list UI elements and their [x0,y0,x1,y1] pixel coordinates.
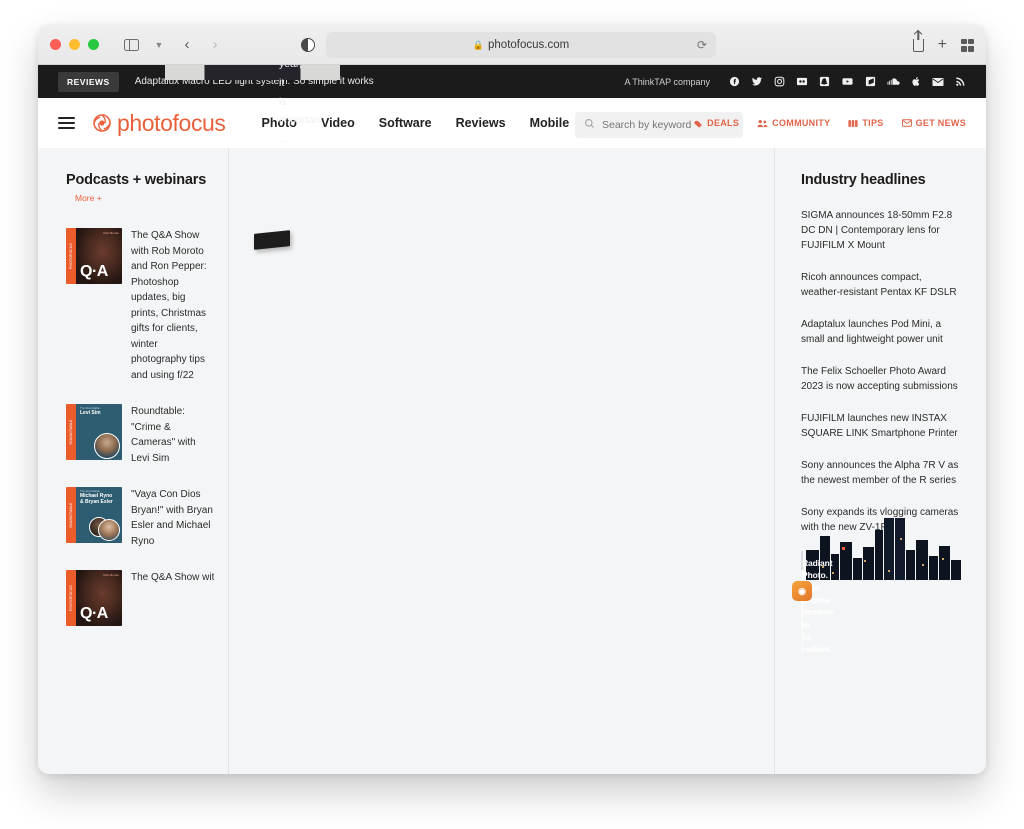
utility-tips[interactable]: TIPS [848,118,883,128]
podcast-list: PHOTOFOCUS Rob MorotoQ·A The Q&A Show wi… [66,228,214,626]
share-icon[interactable] [913,39,924,52]
list-item[interactable]: ROUNDTABLE The Roundtable Michael Ryno& … [66,487,214,549]
nav-item-mobile[interactable]: Mobile [530,116,570,130]
plus-icon[interactable]: + [938,37,947,53]
soundcloud-icon[interactable] [887,77,900,86]
people-icon [757,119,768,128]
site-main-nav: photofocus Photo Video Software Reviews … [38,98,986,148]
toolbar-left-controls: ▼ ‹ › [119,34,227,56]
snapchat-icon[interactable] [819,76,830,87]
utility-community[interactable]: COMMUNITY [757,118,830,128]
podcasts-more-link[interactable]: More + [75,193,102,203]
chevron-down-icon[interactable]: ▼ [147,34,171,56]
company-label: A ThinkTAP company [624,77,710,87]
headlines-title: Industry headlines [801,172,962,188]
ryno-esler-thumbnail: ROUNDTABLE The Roundtable Michael Ryno& … [66,487,122,543]
levi-sim-thumbnail: ROUNDTABLE The Roundtable Levi Sim [66,404,122,460]
podcast-title: "Vaya Con Dios Bryan!" with Bryan Esler … [131,487,214,549]
tag-icon [694,119,703,128]
utility-get-news[interactable]: GET NEWS [902,118,966,128]
window-traffic-lights [50,39,99,50]
industry-headlines-sidebar: Industry headlines SIGMA announces 18-50… [774,148,986,774]
nav-item-reviews[interactable]: Reviews [456,116,506,130]
tab-overview-icon[interactable] [961,39,974,52]
podcast-title: Roundtable: "Crime & Cameras" with Levi … [131,404,214,466]
toolbar-right-controls: + [913,25,974,65]
utility-community-label: COMMUNITY [772,118,830,128]
youtube-icon[interactable] [841,76,854,87]
apple-icon[interactable] [911,76,921,87]
headline-list: SIGMA announces 18-50mm F2.8 DC DN | Con… [801,208,962,535]
twitter-icon[interactable] [751,76,763,87]
list-item[interactable]: PHOTOFOCUS Rob MorotoQ·A The Q&A Show wi… [66,570,214,626]
rss-icon[interactable] [955,76,966,87]
nav-item-software[interactable]: Software [379,116,432,130]
page-viewport: REVIEWS Adaptalux Macro LED light system… [38,65,986,774]
close-window-button[interactable] [50,39,61,50]
utility-deals-label: DEALS [707,118,739,128]
utility-nav: DEALS COMMUNITY TIPS GET NEWS [694,98,966,148]
podcast-title: The Q&A Show with Rob Moroto and Ron Pep… [131,228,214,383]
list-item[interactable]: SIGMA announces 18-50mm F2.8 DC DN | Con… [801,208,962,253]
minimize-window-button[interactable] [69,39,80,50]
list-item[interactable]: Ricoh announces compact, weather-resista… [801,270,962,300]
logo-text: photofocus [117,112,226,135]
podcasts-title: Podcasts + webinars [66,172,214,188]
aperture-logo-icon [92,113,112,133]
list-item[interactable]: FUJIFILM launches new INSTAX SQUARE LINK… [801,411,962,441]
instagram-icon[interactable] [774,76,785,87]
lock-icon: 🔒 [473,40,484,51]
topbar-right: A ThinkTAP company [624,65,966,98]
utility-get-news-label: GET NEWS [916,118,966,128]
list-item[interactable]: PHOTOFOCUS Rob MorotoQ·A The Q&A Show wi… [66,228,214,383]
back-arrow-icon[interactable]: ‹ [175,34,199,56]
reader-contrast-icon[interactable] [301,38,315,52]
podcasts-sidebar: Podcasts + webinars More + PHOTOFOCUS Ro… [38,148,229,774]
flickr-icon[interactable] [796,76,808,87]
advertisement-banner[interactable]: Radiant Photo. Your photos deserve to be… [801,551,803,570]
site-logo[interactable]: photofocus [92,112,226,135]
nav-item-video[interactable]: Video [321,116,355,130]
envelope-icon [902,119,912,127]
list-item[interactable]: Adaptalux launches Pod Mini, a small and… [801,317,962,347]
url-text: photofocus.com [488,39,569,51]
list-item[interactable]: The Felix Schoeller Photo Award 2023 is … [801,364,962,394]
page-content: Podcasts + webinars More + PHOTOFOCUS Ro… [38,148,986,774]
forward-arrow-icon[interactable]: › [203,34,227,56]
ad-line-1: Radiant Photo. [802,558,803,570]
browser-window: ▼ ‹ › 🔒 photofocus.com ⟳ + REVIEWS Adapt… [38,25,986,774]
qa-show-thumbnail-2: PHOTOFOCUS Rob MorotoQ·A [66,570,122,626]
utility-tips-label: TIPS [862,118,883,128]
hamburger-menu-icon[interactable] [58,117,75,129]
email-icon[interactable] [932,77,944,87]
facebook-icon[interactable] [729,76,740,87]
tumblr-icon[interactable] [865,76,876,87]
featured-article-column: Evaluating your own photography work for… [229,148,774,774]
list-item[interactable]: ROUNDTABLE The Roundtable Levi Sim Round… [66,404,214,466]
category-badge[interactable]: REVIEWS [58,72,119,92]
address-bar[interactable]: 🔒 photofocus.com ⟳ [326,32,716,58]
utility-deals[interactable]: DEALS [694,118,739,128]
list-item[interactable]: Sony announces the Alpha 7R V as the new… [801,458,962,488]
search-icon [584,116,595,134]
reload-icon[interactable]: ⟳ [697,38,707,52]
sidebar-toggle-icon[interactable] [119,34,143,56]
book-icon [848,119,858,128]
qa-show-thumbnail: PHOTOFOCUS Rob MorotoQ·A [66,228,122,284]
maximize-window-button[interactable] [88,39,99,50]
browser-toolbar: ▼ ‹ › 🔒 photofocus.com ⟳ + [38,25,986,65]
podcast-title: The Q&A Show with Rob Moroto and Ron Pep… [131,570,214,586]
